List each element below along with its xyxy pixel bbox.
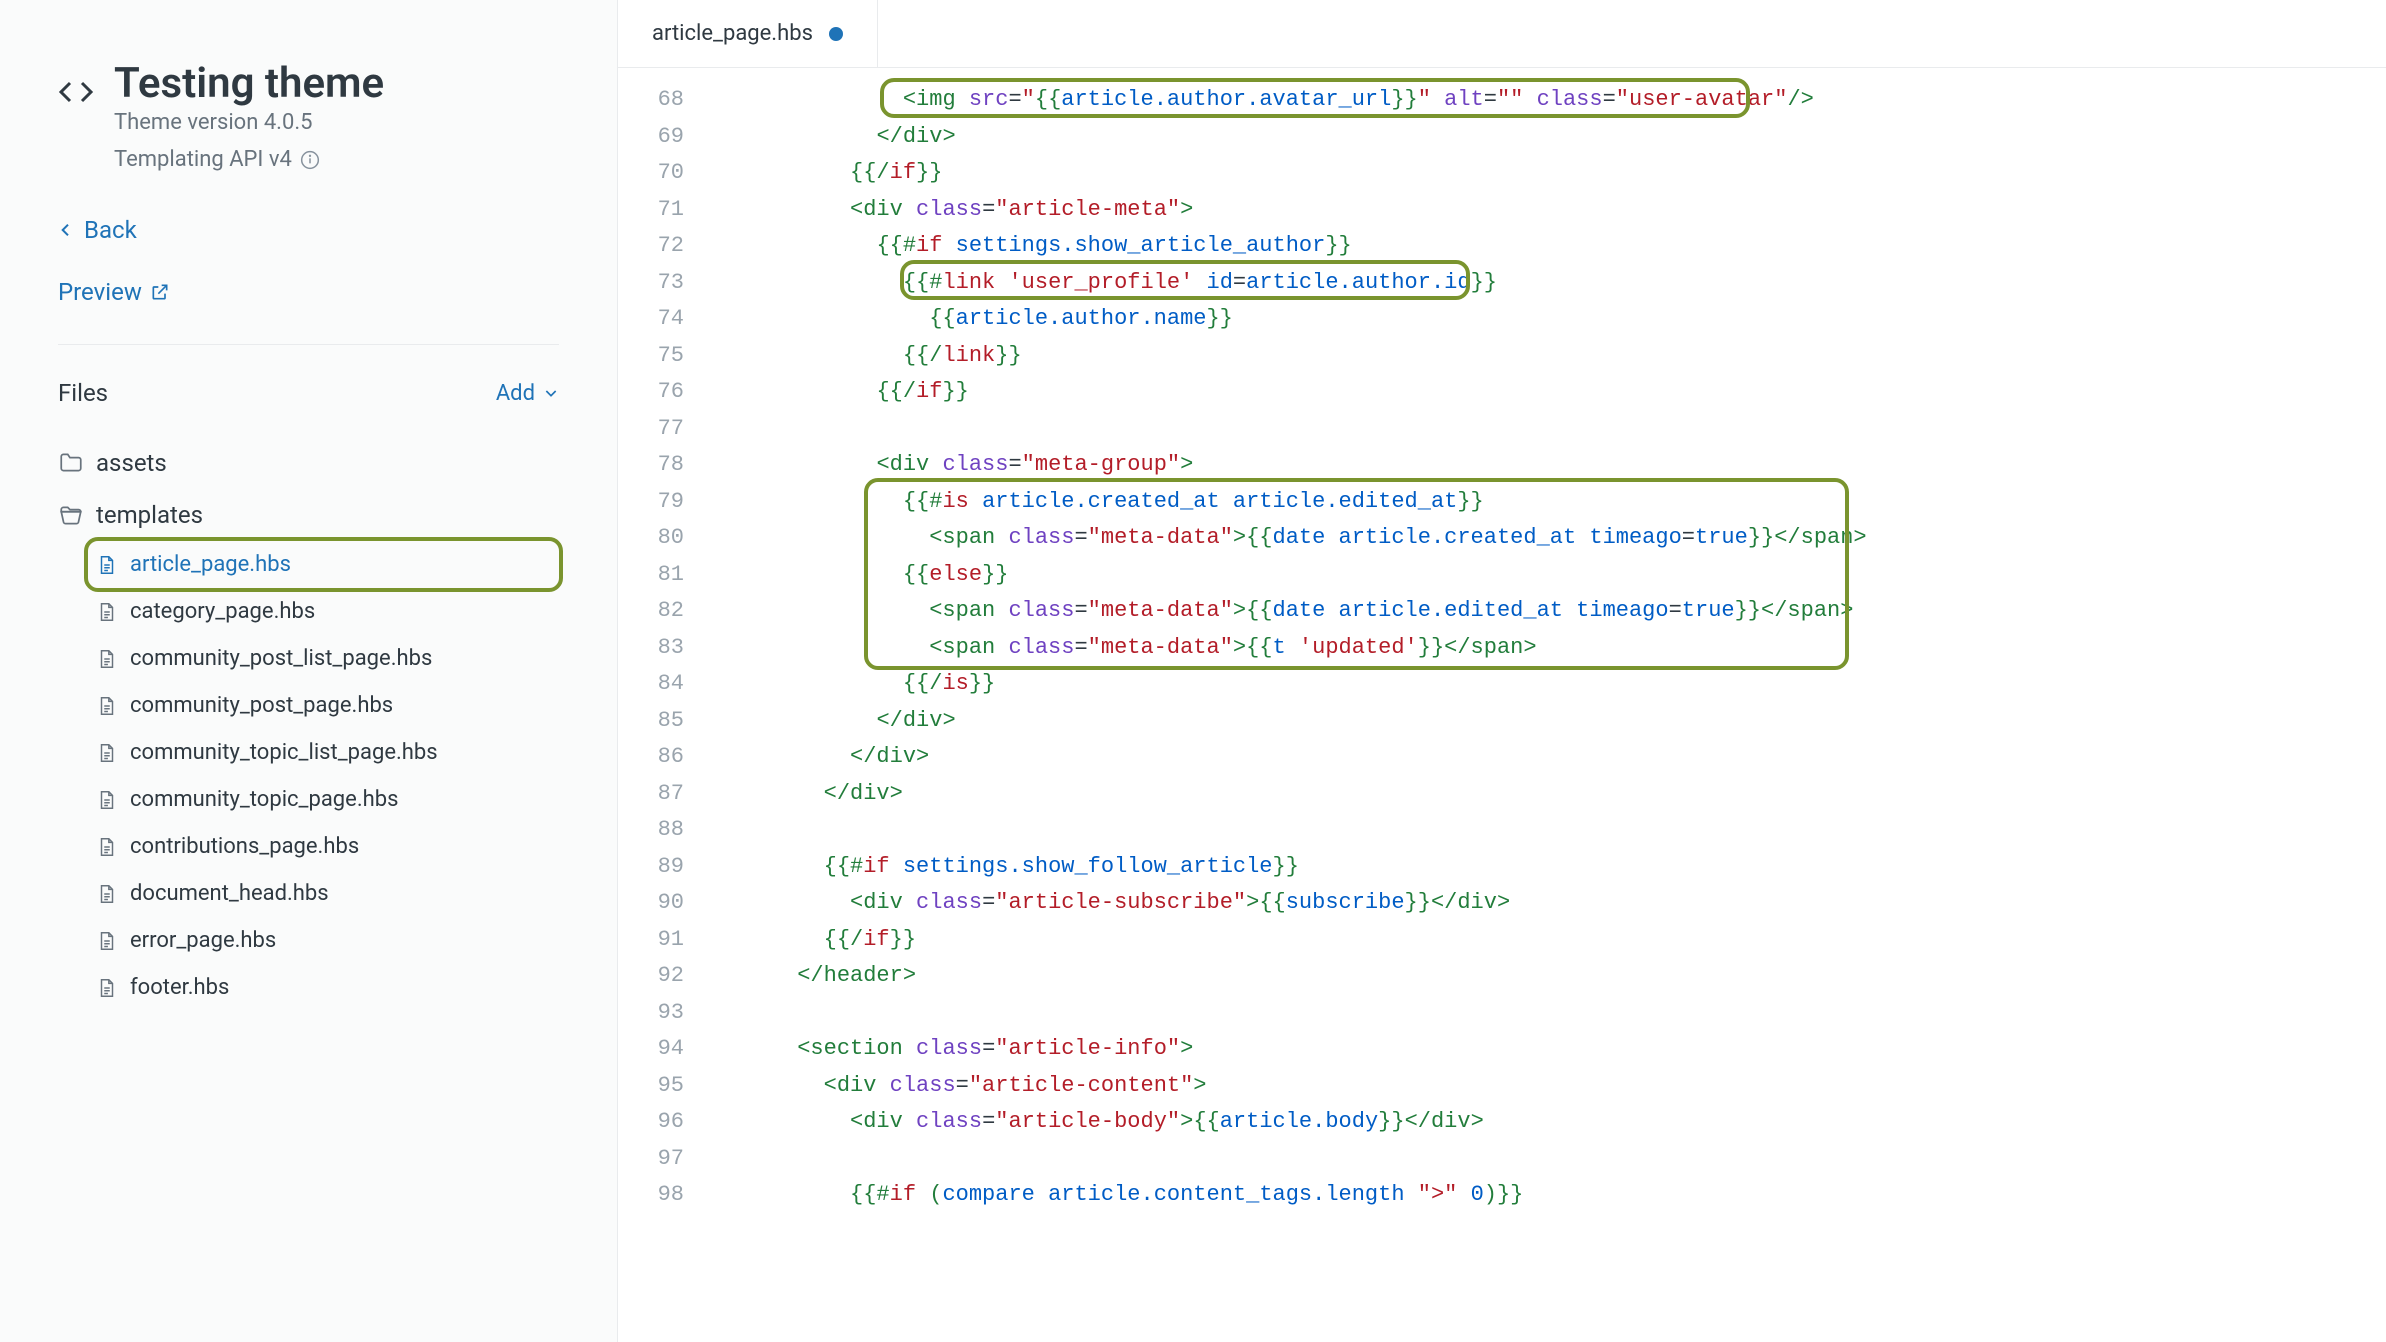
theme-info: Testing theme Theme version 4.0.5 Templa… <box>114 60 384 172</box>
code-line[interactable]: <div class="article-meta"> <box>718 192 2386 229</box>
code-line[interactable]: {{#if settings.show_follow_article}} <box>718 849 2386 886</box>
files-label: Files <box>58 379 108 407</box>
file-community_topic_list_page-hbs[interactable]: community_topic_list_page.hbs <box>88 729 559 776</box>
templating-api: Templating API v4 <box>114 147 384 172</box>
code-line[interactable]: <section class="article-info"> <box>718 1031 2386 1068</box>
code-line[interactable]: </div> <box>718 776 2386 813</box>
file-community_topic_page-hbs[interactable]: community_topic_page.hbs <box>88 776 559 823</box>
tabs-bar: article_page.hbs <box>618 0 2386 68</box>
code-line[interactable]: {{/is}} <box>718 666 2386 703</box>
preview-label: Preview <box>58 278 142 306</box>
code-line[interactable]: {{#is article.created_at article.edited_… <box>718 484 2386 521</box>
code-line[interactable]: {{/if}} <box>718 922 2386 959</box>
chevron-down-icon <box>543 385 559 401</box>
editor-pane: article_page.hbs 68697071727374757677787… <box>618 0 2386 1342</box>
code-line[interactable]: {{#if (compare article.content_tags.leng… <box>718 1177 2386 1214</box>
code-icon <box>58 74 94 110</box>
code-line[interactable]: {{else}} <box>718 557 2386 594</box>
folder-templates[interactable]: templates <box>58 489 559 541</box>
file-error_page-hbs[interactable]: error_page.hbs <box>88 917 559 964</box>
code-line[interactable]: <img src="{{article.author.avatar_url}}"… <box>718 82 2386 119</box>
code-line[interactable]: {{#link 'user_profile' id=article.author… <box>718 265 2386 302</box>
folder-assets[interactable]: assets <box>58 437 559 489</box>
code-line[interactable]: <span class="meta-data">{{t 'updated'}}<… <box>718 630 2386 667</box>
code-line[interactable]: {{/if}} <box>718 374 2386 411</box>
code-line[interactable]: </div> <box>718 119 2386 156</box>
files-section-header: Files Add <box>58 379 559 407</box>
chevron-left-icon <box>58 222 74 238</box>
theme-version: Theme version 4.0.5 <box>114 110 384 135</box>
theme-header: Testing theme Theme version 4.0.5 Templa… <box>58 60 559 172</box>
tab-filename: article_page.hbs <box>652 21 813 46</box>
code-line[interactable]: </div> <box>718 739 2386 776</box>
external-link-icon <box>150 282 170 302</box>
file-article_page-hbs[interactable]: article_page.hbs <box>88 541 559 588</box>
add-label: Add <box>496 381 535 406</box>
code-line[interactable]: {{#if settings.show_article_author}} <box>718 228 2386 265</box>
code-editor[interactable]: 6869707172737475767778798081828384858687… <box>618 68 2386 1342</box>
add-button[interactable]: Add <box>496 381 559 406</box>
code-line[interactable]: <span class="meta-data">{{date article.c… <box>718 520 2386 557</box>
code-lines[interactable]: <img src="{{article.author.avatar_url}}"… <box>708 82 2386 1342</box>
file-category_page-hbs[interactable]: category_page.hbs <box>88 588 559 635</box>
sidebar-divider <box>58 344 559 345</box>
preview-button[interactable]: Preview <box>58 278 559 306</box>
code-line[interactable]: {{/if}} <box>718 155 2386 192</box>
line-number-gutter: 6869707172737475767778798081828384858687… <box>618 82 708 1342</box>
code-line[interactable]: </div> <box>718 703 2386 740</box>
code-line[interactable] <box>718 1141 2386 1178</box>
sidebar: Testing theme Theme version 4.0.5 Templa… <box>0 0 618 1342</box>
code-line[interactable]: {{/link}} <box>718 338 2386 375</box>
code-line[interactable] <box>718 812 2386 849</box>
code-line[interactable]: {{article.author.name}} <box>718 301 2386 338</box>
back-button[interactable]: Back <box>58 216 559 244</box>
tab-article-page[interactable]: article_page.hbs <box>618 0 878 67</box>
back-label: Back <box>84 216 137 244</box>
file-document_head-hbs[interactable]: document_head.hbs <box>88 870 559 917</box>
code-line[interactable]: <div class="article-content"> <box>718 1068 2386 1105</box>
theme-title: Testing theme <box>114 60 384 108</box>
file-community_post_list_page-hbs[interactable]: community_post_list_page.hbs <box>88 635 559 682</box>
code-line[interactable] <box>718 411 2386 448</box>
file-footer-hbs[interactable]: footer.hbs <box>88 964 559 1011</box>
code-line[interactable]: <span class="meta-data">{{date article.e… <box>718 593 2386 630</box>
code-line[interactable] <box>718 995 2386 1032</box>
file-community_post_page-hbs[interactable]: community_post_page.hbs <box>88 682 559 729</box>
file-tree: assetstemplatesarticle_page.hbscategory_… <box>58 437 559 1011</box>
code-line[interactable]: <div class="meta-group"> <box>718 447 2386 484</box>
code-line[interactable]: <div class="article-subscribe">{{subscri… <box>718 885 2386 922</box>
unsaved-dot-icon <box>829 27 843 41</box>
code-line[interactable]: </header> <box>718 958 2386 995</box>
code-line[interactable]: <div class="article-body">{{article.body… <box>718 1104 2386 1141</box>
info-icon[interactable] <box>300 150 320 170</box>
templating-api-label: Templating API v4 <box>114 147 292 172</box>
file-contributions_page-hbs[interactable]: contributions_page.hbs <box>88 823 559 870</box>
